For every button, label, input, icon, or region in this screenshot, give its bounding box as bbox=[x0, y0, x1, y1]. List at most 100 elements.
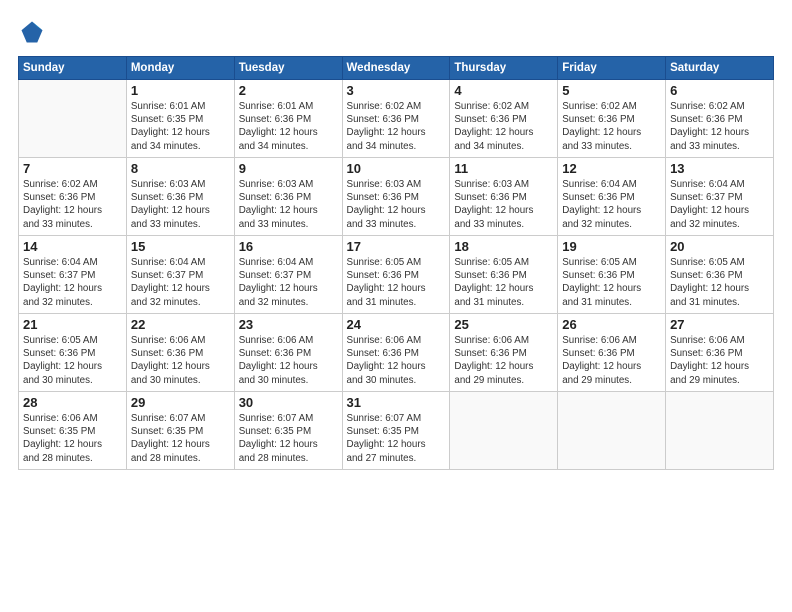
day-info: Sunrise: 6:03 AM Sunset: 6:36 PM Dayligh… bbox=[347, 178, 446, 231]
day-number: 29 bbox=[131, 395, 230, 410]
calendar-cell: 24 Sunrise: 6:06 AM Sunset: 6:36 PM Dayli… bbox=[342, 314, 450, 392]
day-info: Sunrise: 6:02 AM Sunset: 6:36 PM Dayligh… bbox=[670, 100, 769, 153]
calendar-cell: 5 Sunrise: 6:02 AM Sunset: 6:36 PM Daylig… bbox=[558, 80, 666, 158]
day-number: 25 bbox=[454, 317, 553, 332]
calendar-cell: 31 Sunrise: 6:07 AM Sunset: 6:35 PM Dayli… bbox=[342, 392, 450, 470]
day-info: Sunrise: 6:01 AM Sunset: 6:35 PM Dayligh… bbox=[131, 100, 230, 153]
day-number: 1 bbox=[131, 83, 230, 98]
week-row-5: 28 Sunrise: 6:06 AM Sunset: 6:35 PM Dayli… bbox=[19, 392, 774, 470]
calendar-cell: 15 Sunrise: 6:04 AM Sunset: 6:37 PM Dayli… bbox=[126, 236, 234, 314]
calendar-cell: 18Sunrise: 6:05 AM Sunset: 6:36 PM Dayli… bbox=[450, 236, 558, 314]
week-row-4: 21 Sunrise: 6:05 AM Sunset: 6:36 PM Dayli… bbox=[19, 314, 774, 392]
day-number: 13 bbox=[670, 161, 769, 176]
calendar-cell: 29 Sunrise: 6:07 AM Sunset: 6:35 PM Dayli… bbox=[126, 392, 234, 470]
day-info: Sunrise: 6:05 AM Sunset: 6:36 PM Dayligh… bbox=[347, 256, 446, 309]
weekday-sunday: Sunday bbox=[19, 57, 127, 80]
day-info: Sunrise: 6:05 AM Sunset: 6:36 PM Dayligh… bbox=[23, 334, 122, 387]
day-number: 23 bbox=[239, 317, 338, 332]
day-number: 21 bbox=[23, 317, 122, 332]
day-info: Sunrise: 6:02 AM Sunset: 6:36 PM Dayligh… bbox=[562, 100, 661, 153]
calendar-cell: 11Sunrise: 6:03 AM Sunset: 6:36 PM Dayli… bbox=[450, 158, 558, 236]
day-number: 22 bbox=[131, 317, 230, 332]
day-info: Sunrise: 6:06 AM Sunset: 6:36 PM Dayligh… bbox=[562, 334, 661, 387]
day-info: Sunrise: 6:02 AM Sunset: 6:36 PM Dayligh… bbox=[347, 100, 446, 153]
day-info: Sunrise: 6:06 AM Sunset: 6:36 PM Dayligh… bbox=[670, 334, 769, 387]
day-number: 9 bbox=[239, 161, 338, 176]
week-row-3: 14 Sunrise: 6:04 AM Sunset: 6:37 PM Dayli… bbox=[19, 236, 774, 314]
calendar-cell: 16Sunrise: 6:04 AM Sunset: 6:37 PM Dayli… bbox=[234, 236, 342, 314]
weekday-wednesday: Wednesday bbox=[342, 57, 450, 80]
calendar-cell: 7Sunrise: 6:02 AM Sunset: 6:36 PM Daylig… bbox=[19, 158, 127, 236]
day-number: 3 bbox=[347, 83, 446, 98]
calendar-cell: 25 Sunrise: 6:06 AM Sunset: 6:36 PM Dayli… bbox=[450, 314, 558, 392]
day-number: 15 bbox=[131, 239, 230, 254]
day-number: 2 bbox=[239, 83, 338, 98]
day-info: Sunrise: 6:04 AM Sunset: 6:37 PM Dayligh… bbox=[23, 256, 122, 309]
calendar-cell: 4Sunrise: 6:02 AM Sunset: 6:36 PM Daylig… bbox=[450, 80, 558, 158]
day-info: Sunrise: 6:06 AM Sunset: 6:36 PM Dayligh… bbox=[131, 334, 230, 387]
day-number: 28 bbox=[23, 395, 122, 410]
day-info: Sunrise: 6:04 AM Sunset: 6:36 PM Dayligh… bbox=[562, 178, 661, 231]
day-info: Sunrise: 6:03 AM Sunset: 6:36 PM Dayligh… bbox=[239, 178, 338, 231]
day-info: Sunrise: 6:05 AM Sunset: 6:36 PM Dayligh… bbox=[454, 256, 553, 309]
calendar-cell: 19 Sunrise: 6:05 AM Sunset: 6:36 PM Dayli… bbox=[558, 236, 666, 314]
calendar-cell: 9 Sunrise: 6:03 AM Sunset: 6:36 PM Daylig… bbox=[234, 158, 342, 236]
calendar-cell: 8 Sunrise: 6:03 AM Sunset: 6:36 PM Daylig… bbox=[126, 158, 234, 236]
logo-icon bbox=[18, 18, 46, 46]
calendar-cell: 23Sunrise: 6:06 AM Sunset: 6:36 PM Dayli… bbox=[234, 314, 342, 392]
calendar-cell: 10 Sunrise: 6:03 AM Sunset: 6:36 PM Dayli… bbox=[342, 158, 450, 236]
week-row-1: 1 Sunrise: 6:01 AM Sunset: 6:35 PM Daylig… bbox=[19, 80, 774, 158]
calendar-cell: 20Sunrise: 6:05 AM Sunset: 6:36 PM Dayli… bbox=[666, 236, 774, 314]
calendar-cell bbox=[450, 392, 558, 470]
calendar-cell: 26 Sunrise: 6:06 AM Sunset: 6:36 PM Dayli… bbox=[558, 314, 666, 392]
calendar-cell: 12 Sunrise: 6:04 AM Sunset: 6:36 PM Dayli… bbox=[558, 158, 666, 236]
day-number: 7 bbox=[23, 161, 122, 176]
day-number: 14 bbox=[23, 239, 122, 254]
day-number: 24 bbox=[347, 317, 446, 332]
day-number: 31 bbox=[347, 395, 446, 410]
day-info: Sunrise: 6:06 AM Sunset: 6:35 PM Dayligh… bbox=[23, 412, 122, 465]
day-number: 8 bbox=[131, 161, 230, 176]
day-info: Sunrise: 6:04 AM Sunset: 6:37 PM Dayligh… bbox=[131, 256, 230, 309]
calendar-cell bbox=[558, 392, 666, 470]
day-info: Sunrise: 6:01 AM Sunset: 6:36 PM Dayligh… bbox=[239, 100, 338, 153]
header bbox=[18, 18, 774, 46]
calendar-cell bbox=[19, 80, 127, 158]
logo bbox=[18, 18, 50, 46]
day-info: Sunrise: 6:06 AM Sunset: 6:36 PM Dayligh… bbox=[347, 334, 446, 387]
day-info: Sunrise: 6:07 AM Sunset: 6:35 PM Dayligh… bbox=[131, 412, 230, 465]
day-number: 26 bbox=[562, 317, 661, 332]
day-number: 12 bbox=[562, 161, 661, 176]
calendar-cell: 30Sunrise: 6:07 AM Sunset: 6:35 PM Dayli… bbox=[234, 392, 342, 470]
calendar-cell: 28 Sunrise: 6:06 AM Sunset: 6:35 PM Dayli… bbox=[19, 392, 127, 470]
day-number: 6 bbox=[670, 83, 769, 98]
weekday-friday: Friday bbox=[558, 57, 666, 80]
calendar-cell: 22 Sunrise: 6:06 AM Sunset: 6:36 PM Dayli… bbox=[126, 314, 234, 392]
day-number: 5 bbox=[562, 83, 661, 98]
calendar-cell: 21 Sunrise: 6:05 AM Sunset: 6:36 PM Dayli… bbox=[19, 314, 127, 392]
calendar-cell: 17Sunrise: 6:05 AM Sunset: 6:36 PM Dayli… bbox=[342, 236, 450, 314]
day-number: 4 bbox=[454, 83, 553, 98]
calendar-cell: 27 Sunrise: 6:06 AM Sunset: 6:36 PM Dayli… bbox=[666, 314, 774, 392]
day-number: 10 bbox=[347, 161, 446, 176]
week-row-2: 7Sunrise: 6:02 AM Sunset: 6:36 PM Daylig… bbox=[19, 158, 774, 236]
day-info: Sunrise: 6:05 AM Sunset: 6:36 PM Dayligh… bbox=[562, 256, 661, 309]
day-info: Sunrise: 6:07 AM Sunset: 6:35 PM Dayligh… bbox=[347, 412, 446, 465]
calendar-cell: 6 Sunrise: 6:02 AM Sunset: 6:36 PM Daylig… bbox=[666, 80, 774, 158]
day-info: Sunrise: 6:04 AM Sunset: 6:37 PM Dayligh… bbox=[239, 256, 338, 309]
day-info: Sunrise: 6:03 AM Sunset: 6:36 PM Dayligh… bbox=[454, 178, 553, 231]
weekday-saturday: Saturday bbox=[666, 57, 774, 80]
day-info: Sunrise: 6:04 AM Sunset: 6:37 PM Dayligh… bbox=[670, 178, 769, 231]
day-number: 20 bbox=[670, 239, 769, 254]
calendar-cell: 3 Sunrise: 6:02 AM Sunset: 6:36 PM Daylig… bbox=[342, 80, 450, 158]
day-info: Sunrise: 6:06 AM Sunset: 6:36 PM Dayligh… bbox=[454, 334, 553, 387]
calendar-cell: 14 Sunrise: 6:04 AM Sunset: 6:37 PM Dayli… bbox=[19, 236, 127, 314]
calendar-cell bbox=[666, 392, 774, 470]
calendar-cell: 1 Sunrise: 6:01 AM Sunset: 6:35 PM Daylig… bbox=[126, 80, 234, 158]
calendar-table: SundayMondayTuesdayWednesdayThursdayFrid… bbox=[18, 56, 774, 470]
day-info: Sunrise: 6:03 AM Sunset: 6:36 PM Dayligh… bbox=[131, 178, 230, 231]
weekday-monday: Monday bbox=[126, 57, 234, 80]
day-number: 27 bbox=[670, 317, 769, 332]
day-info: Sunrise: 6:07 AM Sunset: 6:35 PM Dayligh… bbox=[239, 412, 338, 465]
day-number: 19 bbox=[562, 239, 661, 254]
